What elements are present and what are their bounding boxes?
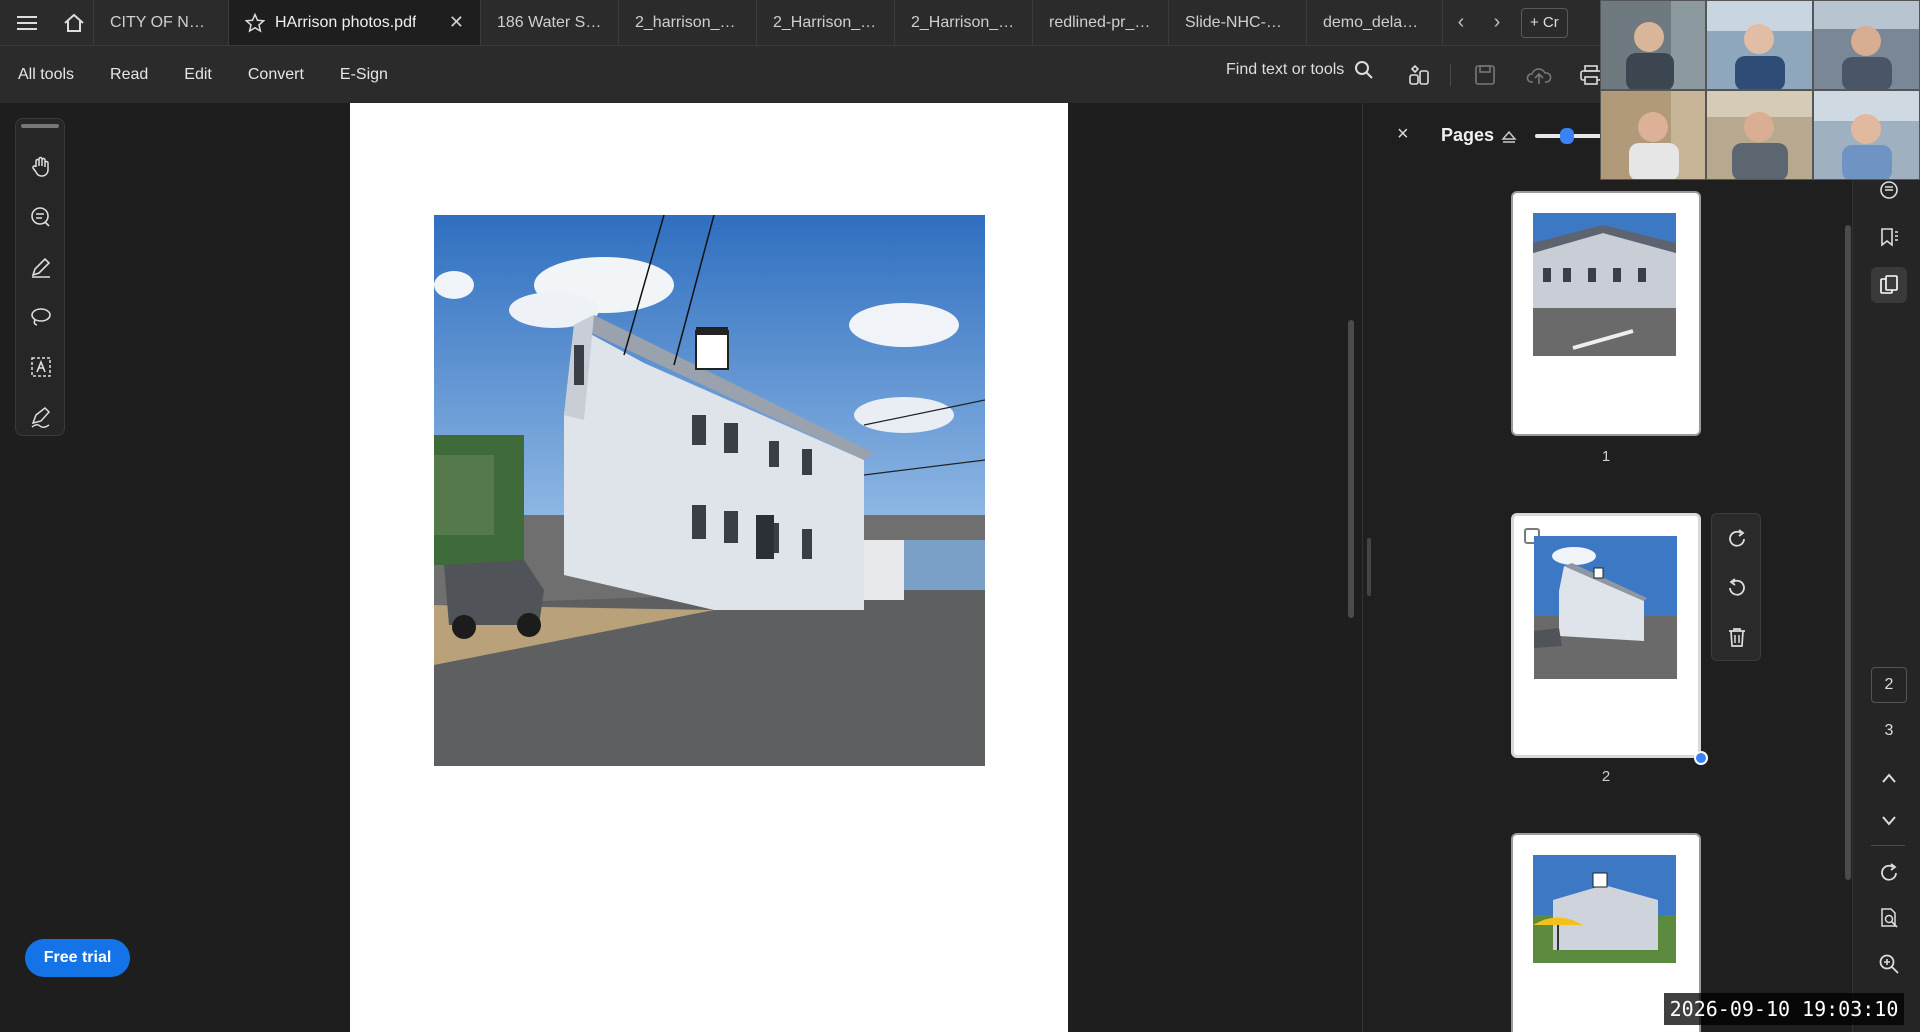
tab-label: 2_harrison_str... — [635, 13, 740, 31]
panel-resize-handle[interactable] — [1367, 538, 1371, 596]
tab-label: CITY OF NEW... — [110, 13, 212, 31]
tab-label: 2_Harrison_St... — [911, 13, 1016, 31]
page-actions-toolbar — [1711, 513, 1761, 661]
page-thumbnails-icon[interactable] — [1871, 267, 1907, 303]
panel-title: Pages — [1441, 125, 1495, 145]
page-number-label: 1 — [1601, 448, 1611, 465]
tab-2-harrison-st-b[interactable]: 2_Harrison_St... — [895, 0, 1033, 45]
thumbnail-image — [1533, 213, 1676, 356]
menu-all-tools[interactable]: All tools — [0, 66, 92, 84]
tab-redlined[interactable]: redlined-pr_lo... — [1033, 0, 1169, 45]
tab-2-harrison-st-a[interactable]: 2_Harrison_St... — [757, 0, 895, 45]
highlight-pen-icon[interactable] — [16, 242, 66, 292]
page-thumbnail-2[interactable] — [1511, 513, 1701, 758]
ai-assistant-icon[interactable] — [1404, 60, 1434, 90]
pages-panel: × Pages 1 2 — [1362, 103, 1852, 1032]
tab-label: 2_Harrison_St... — [773, 13, 878, 31]
page-search-icon[interactable] — [1871, 900, 1907, 936]
previous-page-icon[interactable] — [1871, 760, 1907, 796]
video-call-overlay — [1600, 0, 1920, 180]
cloud-upload-icon[interactable] — [1524, 60, 1554, 90]
refresh-icon[interactable] — [1871, 855, 1907, 891]
panel-scrollbar[interactable] — [1845, 225, 1851, 880]
tab-harrison-photos[interactable]: HArrison photos.pdf ✕ — [229, 0, 481, 45]
close-panel-icon[interactable]: × — [1397, 123, 1409, 146]
page-thumbnail-1[interactable] — [1511, 191, 1701, 436]
find-text-or-tools[interactable]: Find text or tools — [1226, 60, 1374, 80]
menu-convert[interactable]: Convert — [230, 66, 322, 84]
hand-tool-icon[interactable] — [16, 142, 66, 192]
thumbnail-zoom-slider[interactable] — [1535, 128, 1605, 144]
star-icon[interactable] — [245, 12, 265, 33]
zoom-in-icon[interactable] — [1871, 946, 1907, 982]
right-rail: 2 3 — [1852, 103, 1920, 1032]
drag-handle[interactable] — [21, 124, 59, 128]
menu-edit[interactable]: Edit — [166, 66, 230, 84]
quick-tools-bar — [15, 118, 65, 436]
participant-video — [1600, 90, 1706, 180]
tab-label: demo_delay_... — [1323, 13, 1426, 31]
thumbnail-image — [1534, 536, 1677, 679]
text-box-icon[interactable] — [16, 342, 66, 392]
document-page[interactable] — [350, 103, 1068, 1032]
menu-e-sign[interactable]: E-Sign — [322, 66, 406, 84]
tab-label: redlined-pr_lo... — [1049, 13, 1152, 31]
thumbnail-image — [1533, 855, 1676, 963]
tab-demo-delay[interactable]: demo_delay_... — [1307, 0, 1443, 45]
search-icon — [1355, 61, 1373, 79]
acrobat-window: CITY OF NEW... HArrison photos.pdf ✕ 186… — [0, 0, 1920, 1032]
tab-label: 186 Water St - ... — [497, 13, 602, 31]
thumbnail-resize-handle[interactable] — [1694, 751, 1708, 765]
tab-scroll-left-icon[interactable]: ‹ — [1443, 0, 1479, 45]
participant-video — [1706, 90, 1813, 180]
participant-video — [1813, 0, 1920, 90]
menu-read[interactable]: Read — [92, 66, 166, 84]
save-icon[interactable] — [1470, 60, 1500, 90]
tab-city-of-new[interactable]: CITY OF NEW... — [94, 0, 229, 45]
delete-page-icon[interactable] — [1712, 612, 1762, 661]
free-trial-button[interactable]: Free trial — [25, 939, 130, 977]
bookmarks-icon[interactable] — [1871, 219, 1907, 255]
current-page-indicator[interactable]: 2 — [1871, 667, 1907, 703]
find-label: Find text or tools — [1226, 61, 1345, 78]
tab-186-water-st[interactable]: 186 Water St - ... — [481, 0, 619, 45]
close-tab-icon[interactable]: ✕ — [449, 12, 464, 33]
participant-video — [1706, 0, 1813, 90]
hamburger-menu-icon[interactable] — [0, 0, 54, 45]
next-page-icon[interactable] — [1871, 803, 1907, 839]
lasso-draw-icon[interactable] — [16, 292, 66, 342]
participant-video — [1813, 90, 1920, 180]
comment-icon[interactable] — [16, 192, 66, 242]
tab-slide-nhc[interactable]: Slide-NHC-Me... — [1169, 0, 1307, 45]
tab-label: Slide-NHC-Me... — [1185, 13, 1290, 31]
house-photo — [434, 215, 985, 766]
rail-divider — [1871, 845, 1905, 846]
total-pages-label: 3 — [1884, 722, 1894, 739]
slider-knob[interactable] — [1559, 128, 1574, 144]
tab-label: HArrison photos.pdf — [275, 13, 417, 31]
rotate-clockwise-icon[interactable] — [1712, 514, 1762, 563]
toolbar-divider — [1450, 64, 1451, 86]
document-scrollbar[interactable] — [1348, 320, 1354, 618]
new-tab-button[interactable]: + Cr — [1521, 7, 1568, 38]
signature-icon[interactable] — [16, 392, 66, 442]
participant-video — [1600, 0, 1706, 90]
tab-2-harrison-str[interactable]: 2_harrison_str... — [619, 0, 757, 45]
page-number-label: 2 — [1601, 768, 1611, 785]
panel-options-icon[interactable] — [1501, 129, 1517, 143]
recording-timestamp: 2026-09-10 19:03:10 — [1664, 993, 1904, 1025]
home-icon[interactable] — [54, 0, 94, 45]
tab-scroll-right-icon[interactable]: › — [1479, 0, 1515, 45]
rotate-counterclockwise-icon[interactable] — [1712, 563, 1762, 612]
